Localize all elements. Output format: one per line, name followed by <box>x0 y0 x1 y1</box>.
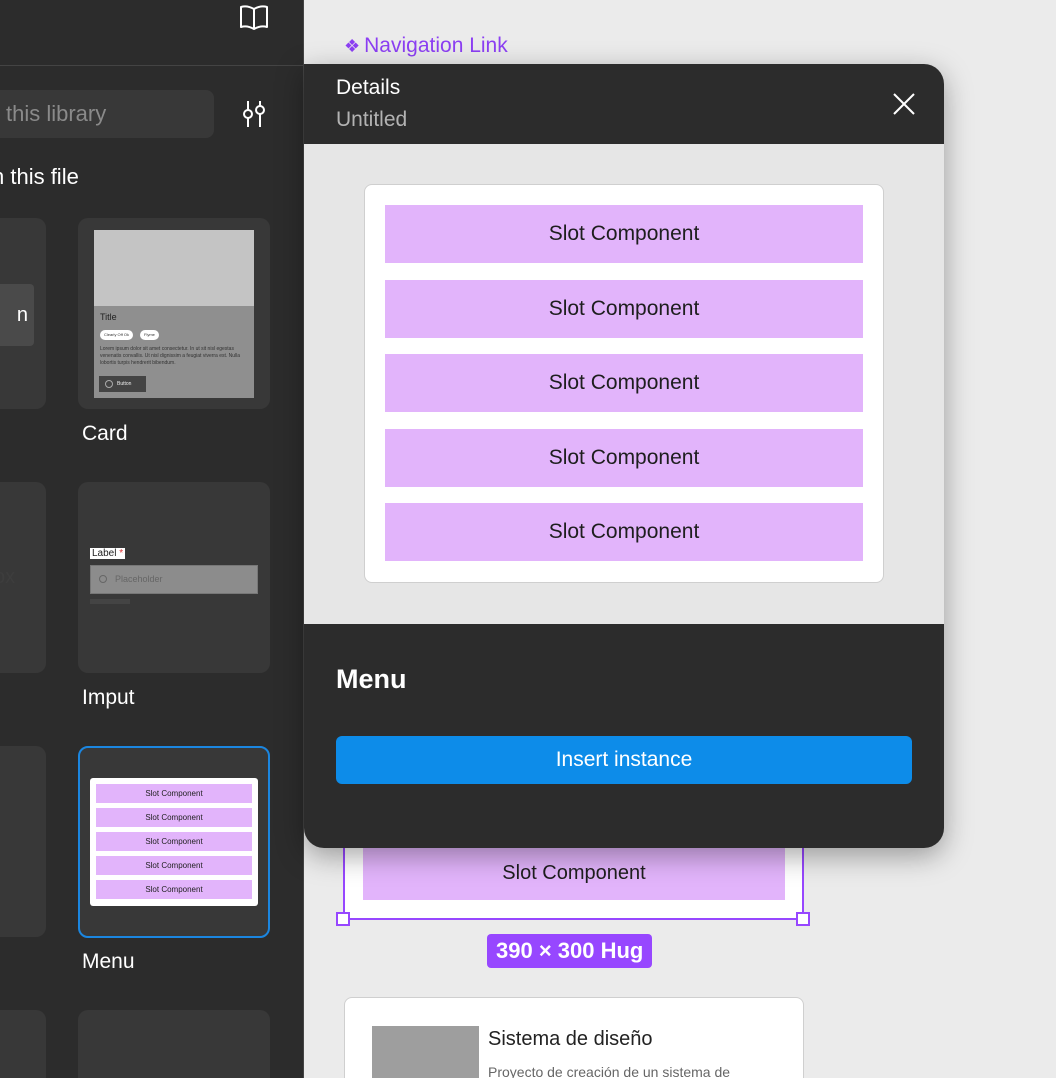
card-preview-body: Lorem ipsum dolor sit amet consectetur. … <box>100 346 241 366</box>
card-preview-button-label: Button <box>117 381 132 387</box>
menu-component-preview: Slot Component Slot Component Slot Compo… <box>364 184 884 583</box>
component-tile-input[interactable]: Label * Placeholder <box>78 482 270 673</box>
filter-settings-icon[interactable] <box>238 98 270 130</box>
nav-link-label-text: Navigation Link <box>364 34 508 57</box>
input-preview-field: Placeholder <box>90 565 258 594</box>
library-panel: n this file n ox ⟩ Title Clearly Off Ok … <box>0 0 304 1078</box>
required-mark: * <box>119 548 124 559</box>
card-preview-button: Button <box>99 376 146 392</box>
popover-title: Details <box>336 76 401 99</box>
partial-tile-text: ox <box>0 566 16 588</box>
card-preview-title: Title <box>100 312 117 322</box>
component-tile-partial[interactable]: n <box>0 218 46 409</box>
arrow-icon: ⟩ <box>0 828 1 857</box>
partial-tile-preview: n <box>0 284 34 346</box>
menu-preview-row: Slot Component <box>96 808 252 827</box>
card-preview-chip: Clearly Off Ok <box>100 330 134 340</box>
popover-subtitle: Untitled <box>336 108 408 131</box>
component-tile-menu[interactable]: Slot Component Slot Component Slot Compo… <box>78 746 270 938</box>
library-search-input[interactable] <box>6 90 206 138</box>
tile-label-card: Card <box>82 422 128 445</box>
component-tile-partial[interactable] <box>0 1010 46 1078</box>
card-preview: Title Clearly Off Ok Flyme Lorem ipsum d… <box>94 230 254 398</box>
info-icon <box>105 380 113 388</box>
slot-component: Slot Component <box>385 354 863 412</box>
menu-preview-row: Slot Component <box>96 832 252 851</box>
resize-handle-bottom-left[interactable] <box>336 912 350 926</box>
input-preview-help <box>90 599 130 604</box>
slot-component[interactable]: Slot Component <box>363 846 785 900</box>
slot-component: Slot Component <box>385 503 863 561</box>
component-tile[interactable] <box>78 1010 270 1078</box>
component-name: Menu <box>336 664 407 694</box>
tile-label-menu: Menu <box>82 950 135 973</box>
input-preview-label: Label * <box>90 548 126 559</box>
card-description: Proyecto de creación de un sistema de <box>488 1064 731 1078</box>
component-preview-area: Slot Component Slot Component Slot Compo… <box>304 144 944 624</box>
component-details-popover: Details Untitled Slot Component Slot Com… <box>304 64 944 848</box>
library-search[interactable] <box>0 90 214 138</box>
card-preview-chip: Flyme <box>140 330 159 340</box>
input-preview-placeholder: Placeholder <box>115 574 163 584</box>
component-icon: ❖ <box>344 36 361 56</box>
component-tile-partial[interactable]: ⟩ <box>0 746 46 937</box>
canvas-card[interactable]: Sistema de diseño Proyecto de creación d… <box>344 997 804 1078</box>
search-icon <box>99 575 107 583</box>
menu-preview-row: Slot Component <box>96 784 252 803</box>
card-title: Sistema de diseño <box>488 1028 653 1050</box>
nav-link-frame-label[interactable]: ❖ Navigation Link <box>344 34 508 58</box>
menu-preview-row: Slot Component <box>96 880 252 899</box>
resize-handle-bottom-right[interactable] <box>796 912 810 926</box>
menu-preview-row: Slot Component <box>96 856 252 875</box>
slot-component: Slot Component <box>385 279 863 338</box>
slot-component: Slot Component <box>385 205 863 263</box>
close-icon[interactable] <box>888 88 920 120</box>
library-topbar <box>0 0 303 66</box>
section-title-local-components: n this file <box>0 164 79 189</box>
component-tile-card[interactable]: Title Clearly Off Ok Flyme Lorem ipsum d… <box>78 218 270 409</box>
insert-instance-button[interactable]: Insert instance <box>336 736 912 784</box>
menu-preview: Slot Component Slot Component Slot Compo… <box>90 778 258 906</box>
tile-label-input: Imput <box>82 686 135 709</box>
book-icon[interactable] <box>238 2 270 32</box>
input-preview-label-text: Label <box>92 548 117 559</box>
card-thumbnail <box>372 1026 479 1078</box>
slot-component: Slot Component <box>385 428 863 487</box>
card-preview-image <box>94 230 254 306</box>
component-tile-partial[interactable]: ox <box>0 482 46 673</box>
size-badge: 390 × 300 Hug <box>487 934 653 968</box>
